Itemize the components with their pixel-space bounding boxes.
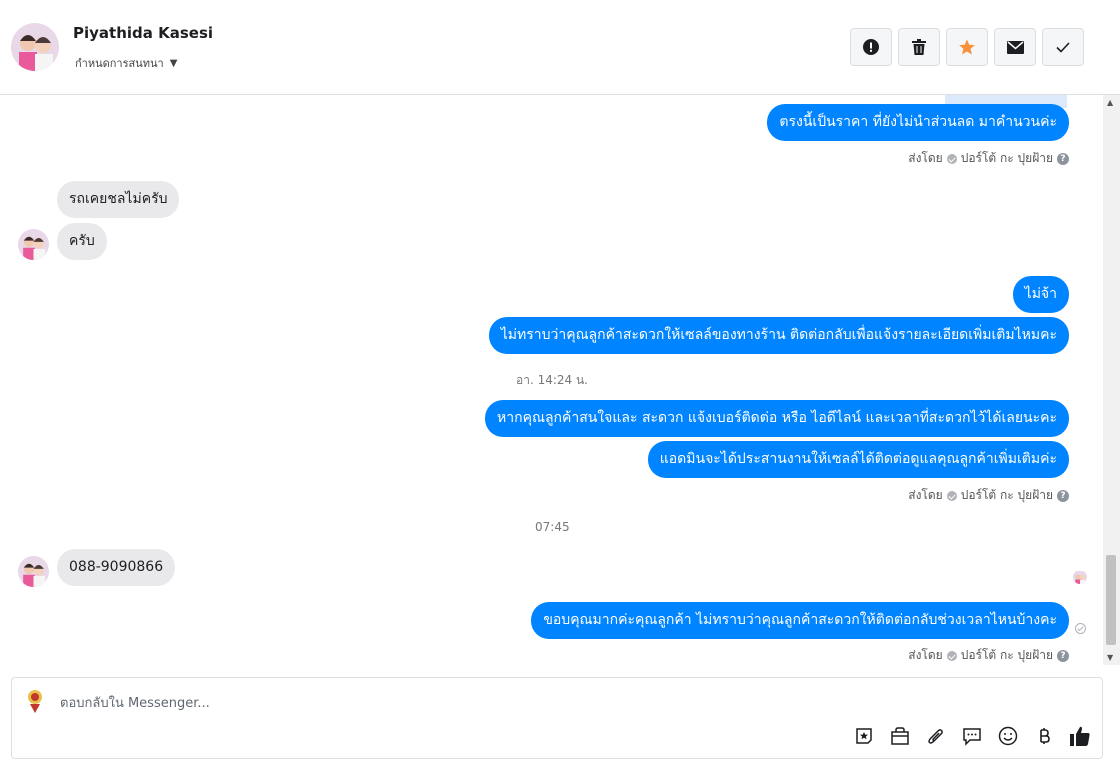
reply-composer[interactable]: ตอบกลับใน Messenger... bbox=[11, 677, 1103, 759]
message-thread: ตรงนี้เป็นราคา ที่ยังไม่นำส่วนลด มาคำนวน… bbox=[0, 95, 1120, 665]
header-actions bbox=[850, 28, 1084, 66]
emoji-icon bbox=[998, 726, 1018, 746]
like-button[interactable] bbox=[1068, 724, 1092, 748]
contact-name: Piyathida Kasesi bbox=[73, 24, 214, 42]
sent-by-label: ส่งโดย bbox=[908, 488, 943, 502]
outgoing-message: หากคุณลูกค้าสนใจและ สะดวก แจ้งเบอร์ติดต่… bbox=[485, 400, 1069, 437]
saved-reply-icon bbox=[963, 728, 981, 746]
sticker-icon bbox=[856, 728, 872, 744]
attach-button[interactable] bbox=[924, 724, 948, 748]
scrollbar[interactable]: ▲ ▼ bbox=[1103, 95, 1120, 665]
seen-indicator-avatar bbox=[1073, 570, 1087, 584]
outgoing-message: แอดมินจะได้ประสานงานให้เซลล์ได้ติดต่อดูแ… bbox=[647, 441, 1069, 478]
scroll-up-arrow-icon[interactable]: ▲ bbox=[1107, 98, 1113, 107]
sent-by-info: ส่งโดย ปอร์โต้ กะ ปุยฝ้าย ? bbox=[908, 486, 1069, 505]
incoming-message: 088-9090866 bbox=[57, 549, 176, 586]
shop-button[interactable] bbox=[888, 724, 912, 748]
verified-icon bbox=[946, 153, 957, 164]
help-icon[interactable]: ? bbox=[1057, 489, 1069, 502]
caret-down-icon: ▼ bbox=[169, 57, 178, 69]
conversation-header: Piyathida Kasesi กำหนดการสนทนา ▼ bbox=[0, 0, 1120, 95]
star-button[interactable] bbox=[946, 28, 988, 66]
trash-icon bbox=[912, 39, 926, 55]
reply-input[interactable]: ตอบกลับใน Messenger... bbox=[60, 692, 210, 713]
alert-icon bbox=[863, 39, 879, 55]
help-icon[interactable]: ? bbox=[1057, 649, 1069, 662]
like-icon bbox=[1070, 726, 1090, 746]
sender-name: ปอร์โต้ กะ ปุยฝ้าย bbox=[960, 488, 1053, 502]
outgoing-message: ไม่จ้า bbox=[1012, 276, 1069, 313]
page-avatar bbox=[21, 686, 49, 714]
message-timestamp: อา. 14:24 น. bbox=[516, 373, 588, 387]
emoji-button[interactable] bbox=[996, 724, 1020, 748]
scroll-down-arrow-icon[interactable]: ▼ bbox=[1107, 653, 1113, 662]
saved-reply-button[interactable] bbox=[960, 724, 984, 748]
mail-icon bbox=[1006, 40, 1024, 54]
verified-icon bbox=[946, 650, 957, 661]
attachment-icon bbox=[928, 729, 943, 744]
conversation-settings-dropdown[interactable]: กำหนดการสนทนา ▼ bbox=[75, 54, 177, 72]
message-timestamp: 07:45 bbox=[535, 520, 570, 534]
sent-by-info: ส่งโดย ปอร์โต้ กะ ปุยฝ้าย ? bbox=[908, 646, 1069, 665]
contact-avatar-small bbox=[18, 229, 49, 260]
conversation-settings-label: กำหนดการสนทนา bbox=[75, 57, 164, 70]
scroll-thumb[interactable] bbox=[1106, 555, 1116, 645]
outgoing-message: ขอบคุณมากค่ะคุณลูกค้า ไม่ทราบว่าคุณลูกค้… bbox=[531, 602, 1069, 639]
star-icon bbox=[959, 39, 975, 55]
report-button[interactable] bbox=[850, 28, 892, 66]
shop-icon bbox=[891, 727, 909, 745]
check-icon bbox=[1056, 41, 1070, 53]
help-icon[interactable]: ? bbox=[1057, 152, 1069, 165]
sent-by-info: ส่งโดย ปอร์โต้ กะ ปุยฝ้าย ? bbox=[908, 149, 1069, 168]
contact-avatar[interactable] bbox=[11, 23, 59, 71]
mark-unread-button[interactable] bbox=[994, 28, 1036, 66]
contact-avatar-small bbox=[18, 556, 49, 587]
outgoing-message: ไม่ทราบว่าคุณลูกค้าสะดวกให้เซลล์ของทางร้… bbox=[488, 317, 1069, 354]
sender-name: ปอร์โต้ กะ ปุยฝ้าย bbox=[960, 151, 1053, 165]
payment-button[interactable] bbox=[1032, 724, 1056, 748]
composer-toolbar bbox=[852, 724, 1092, 748]
incoming-message: ครับ bbox=[57, 223, 107, 260]
sent-by-label: ส่งโดย bbox=[908, 648, 943, 662]
sender-name: ปอร์โต้ กะ ปุยฝ้าย bbox=[960, 648, 1053, 662]
incoming-message: รถเคยชลไม่ครับ bbox=[57, 181, 180, 218]
mark-done-button[interactable] bbox=[1042, 28, 1084, 66]
delivered-icon bbox=[1075, 623, 1086, 634]
verified-icon bbox=[946, 490, 957, 501]
delete-button[interactable] bbox=[898, 28, 940, 66]
sticker-button[interactable] bbox=[852, 724, 876, 748]
outgoing-message: ตรงนี้เป็นราคา ที่ยังไม่นำส่วนลด มาคำนวน… bbox=[767, 104, 1069, 141]
sent-by-label: ส่งโดย bbox=[908, 151, 943, 165]
baht-icon bbox=[1040, 728, 1050, 744]
